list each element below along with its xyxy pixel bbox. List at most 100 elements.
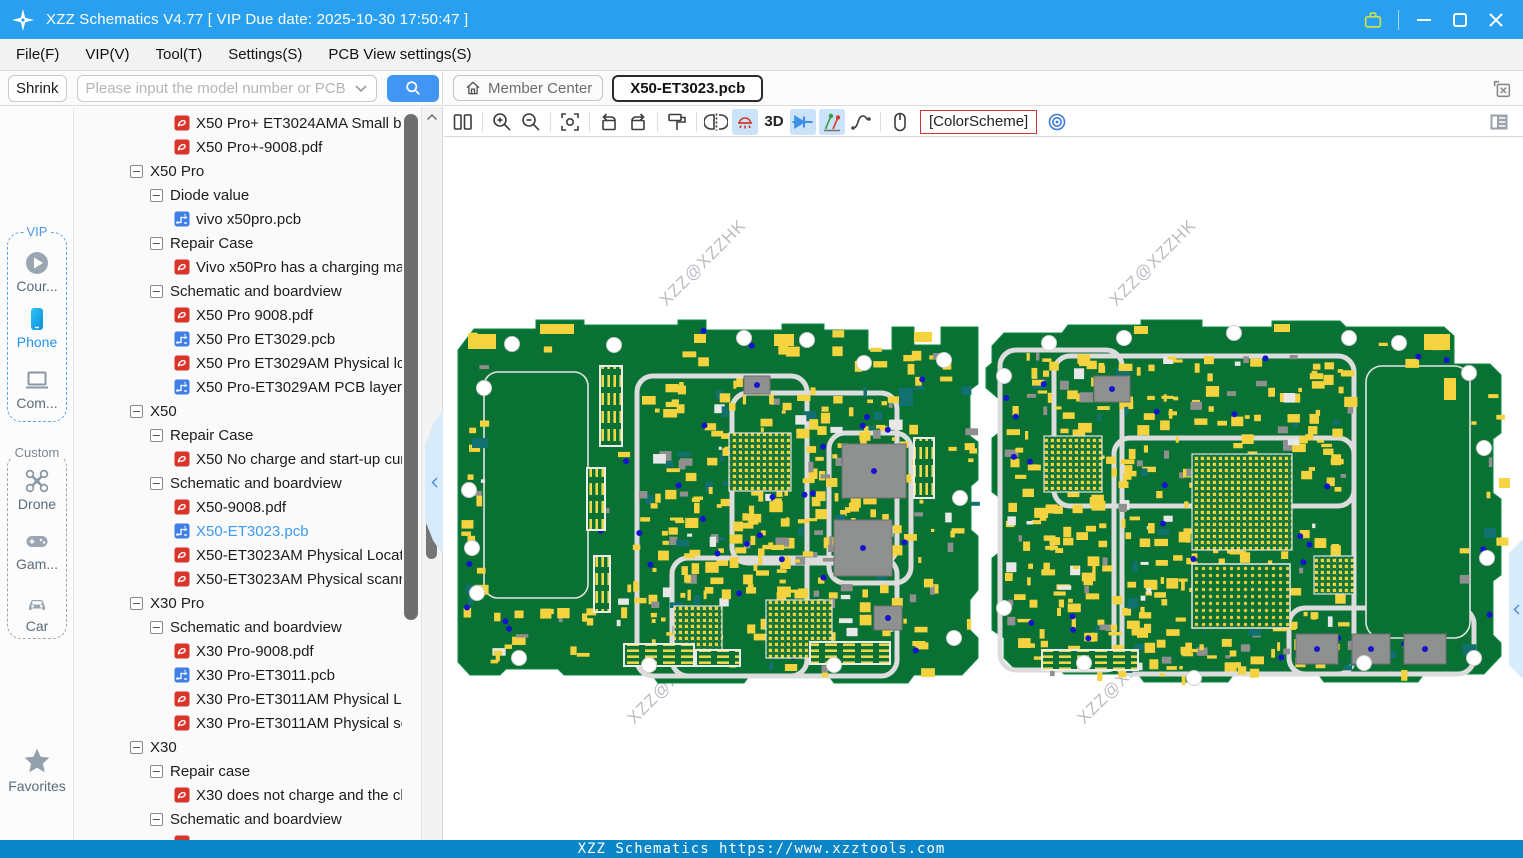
maximize-button[interactable]: [1449, 9, 1471, 31]
collapse-toggle-icon[interactable]: [130, 740, 143, 754]
tree-file-row[interactable]: X50-9008.pdf: [74, 495, 402, 519]
collapse-toggle-icon[interactable]: [130, 404, 143, 418]
tree-group-row[interactable]: Diode value: [74, 183, 402, 207]
tree-file-row[interactable]: X30 Pro-ET3011.pcb: [74, 663, 402, 687]
close-all-tabs-icon[interactable]: [1491, 78, 1513, 100]
app-logo-icon: [10, 7, 36, 33]
search-area: Shrink: [0, 71, 443, 105]
tree-group-row[interactable]: X50: [74, 399, 402, 423]
tree-scrollbar-thumb[interactable]: [404, 114, 418, 620]
collapse-toggle-icon[interactable]: [150, 812, 163, 826]
search-input[interactable]: [85, 79, 354, 97]
tree-file-row[interactable]: X30 Pro-ET3011AM Physical Lo: [74, 687, 402, 711]
tree-group-row[interactable]: X30 Pro: [74, 591, 402, 615]
tree-file-row[interactable]: [74, 831, 402, 840]
collapse-toggle-icon[interactable]: [150, 620, 163, 634]
tree-group-row[interactable]: Schematic and boardview: [74, 279, 402, 303]
sidebar-item-computer[interactable]: Com...: [8, 367, 66, 411]
tree-file-row[interactable]: X50 Pro 9008.pdf: [74, 303, 402, 327]
tree-file-row[interactable]: X30 Pro-9008.pdf: [74, 639, 402, 663]
curve-button[interactable]: [848, 109, 874, 135]
tree-file-row[interactable]: X30 does not charge and the ch: [74, 783, 402, 807]
tree-item-label: Diode value: [170, 186, 250, 204]
tab-active-pcb[interactable]: X50-ET3023.pcb: [612, 74, 764, 102]
collapse-toggle-icon[interactable]: [130, 596, 143, 610]
sidebar-item-drone[interactable]: Drone: [8, 468, 66, 512]
pcb-board-view[interactable]: [444, 138, 1523, 840]
menu-item-file[interactable]: File(F): [16, 46, 59, 63]
tree-group-row[interactable]: Repair Case: [74, 423, 402, 447]
gamepad-icon: [26, 536, 48, 547]
tree-file-row[interactable]: X50 Pro ET3029AM Physical loc: [74, 351, 402, 375]
close-button[interactable]: [1485, 9, 1507, 31]
sidebar-item-phone[interactable]: Phone: [8, 306, 66, 350]
collapse-toggle-icon[interactable]: [150, 764, 163, 778]
paint-brush-button[interactable]: [664, 109, 690, 135]
tree-file-row[interactable]: X30 Pro-ET3011AM Physical sca: [74, 711, 402, 735]
color-scheme-button[interactable]: [ColorScheme]: [920, 109, 1038, 134]
collapse-toggle-icon[interactable]: [130, 164, 143, 178]
shrink-button[interactable]: Shrink: [8, 74, 67, 102]
tree-file-row[interactable]: X50 Pro+-9008.pdf: [74, 135, 402, 159]
license-icon[interactable]: [1362, 9, 1384, 31]
zoom-out-button[interactable]: [518, 109, 544, 135]
tree-group-row[interactable]: Repair case: [74, 759, 402, 783]
tree-group-row[interactable]: X30: [74, 735, 402, 759]
measure-button[interactable]: [819, 108, 845, 135]
pcb-canvas[interactable]: XZZ@XZZHK XZZ@XZZHK XZZ@XZZHK XZZ@XZZHK: [444, 138, 1523, 840]
tree-file-row[interactable]: Vivo x50Pro has a charging mar: [74, 255, 402, 279]
view-3d-button[interactable]: 3D: [761, 109, 787, 135]
sidebar-item-favorites[interactable]: Favorites: [0, 747, 74, 794]
collapse-right-panel-handle[interactable]: [1509, 539, 1523, 679]
tree-group-row[interactable]: Schematic and boardview: [74, 615, 402, 639]
tree-file-row[interactable]: X50 Pro+ ET3024AMA Small bo: [74, 111, 402, 135]
tree-group-row[interactable]: Schematic and boardview: [74, 807, 402, 831]
tree-file-row[interactable]: X50 No charge and start-up cur: [74, 447, 402, 471]
tree-file-row[interactable]: X50 Pro-ET3029AM PCB layer.p: [74, 375, 402, 399]
sidebar-item-game[interactable]: Gam...: [8, 528, 66, 572]
split-view-button[interactable]: [450, 109, 476, 135]
tree-file-row[interactable]: vivo x50pro.pcb: [74, 207, 402, 231]
tree-item-label: X50: [150, 402, 177, 420]
minimize-button[interactable]: [1413, 9, 1435, 31]
menu-item-tool[interactable]: Tool(T): [156, 46, 203, 63]
layer-rings-button[interactable]: [1044, 109, 1070, 135]
tree-group-row[interactable]: X50 Pro: [74, 159, 402, 183]
flip-horizontal-button[interactable]: [703, 109, 729, 135]
tree-item-label: X50 Pro ET3029AM Physical loc: [196, 354, 402, 372]
sidebar-item-car[interactable]: Car: [8, 590, 66, 634]
pcb-file-icon: [174, 667, 190, 683]
panel-toggle-icon[interactable]: [1487, 110, 1511, 134]
collapse-toggle-icon[interactable]: [150, 476, 163, 490]
flip-horizontal-icon: [704, 113, 728, 130]
lamp-icon: [738, 116, 752, 128]
tree-item-label: X30 Pro-ET3011AM Physical Lo: [196, 690, 402, 708]
tree-file-row[interactable]: X50 Pro ET3029.pcb: [74, 327, 402, 351]
collapse-toggle-icon[interactable]: [150, 188, 163, 202]
menu-item-vip[interactable]: VIP(V): [85, 46, 129, 63]
mouse-button[interactable]: [887, 109, 913, 135]
rotate-left-button[interactable]: [596, 109, 622, 135]
member-center-button[interactable]: Member Center: [453, 75, 604, 101]
scroll-up-icon[interactable]: [424, 109, 440, 125]
pdf-file-icon: [174, 259, 190, 275]
menu-item-settings[interactable]: Settings(S): [228, 46, 302, 63]
zoom-in-button[interactable]: [489, 109, 515, 135]
search-button[interactable]: [386, 74, 439, 102]
tree-file-row[interactable]: X50-ET3023.pcb: [74, 519, 402, 543]
tree-group-row[interactable]: Schematic and boardview: [74, 471, 402, 495]
paint-brush-icon: [668, 113, 686, 130]
collapse-toggle-icon[interactable]: [150, 236, 163, 250]
tree-file-row[interactable]: X50-ET3023AM Physical Locatio: [74, 543, 402, 567]
fit-selection-button[interactable]: [557, 109, 583, 135]
tree-file-row[interactable]: X50-ET3023AM Physical scannin: [74, 567, 402, 591]
menu-item-pcb-view-settings[interactable]: PCB View settings(S): [328, 46, 471, 63]
collapse-toggle-icon[interactable]: [150, 428, 163, 442]
tree-group-row[interactable]: Repair Case: [74, 231, 402, 255]
lamp-button[interactable]: [732, 108, 758, 135]
chevron-down-icon[interactable]: [354, 84, 368, 93]
collapse-toggle-icon[interactable]: [150, 284, 163, 298]
diode-button[interactable]: [790, 108, 816, 135]
rotate-right-button[interactable]: [625, 109, 651, 135]
sidebar-item-course[interactable]: Cour...: [8, 250, 66, 294]
